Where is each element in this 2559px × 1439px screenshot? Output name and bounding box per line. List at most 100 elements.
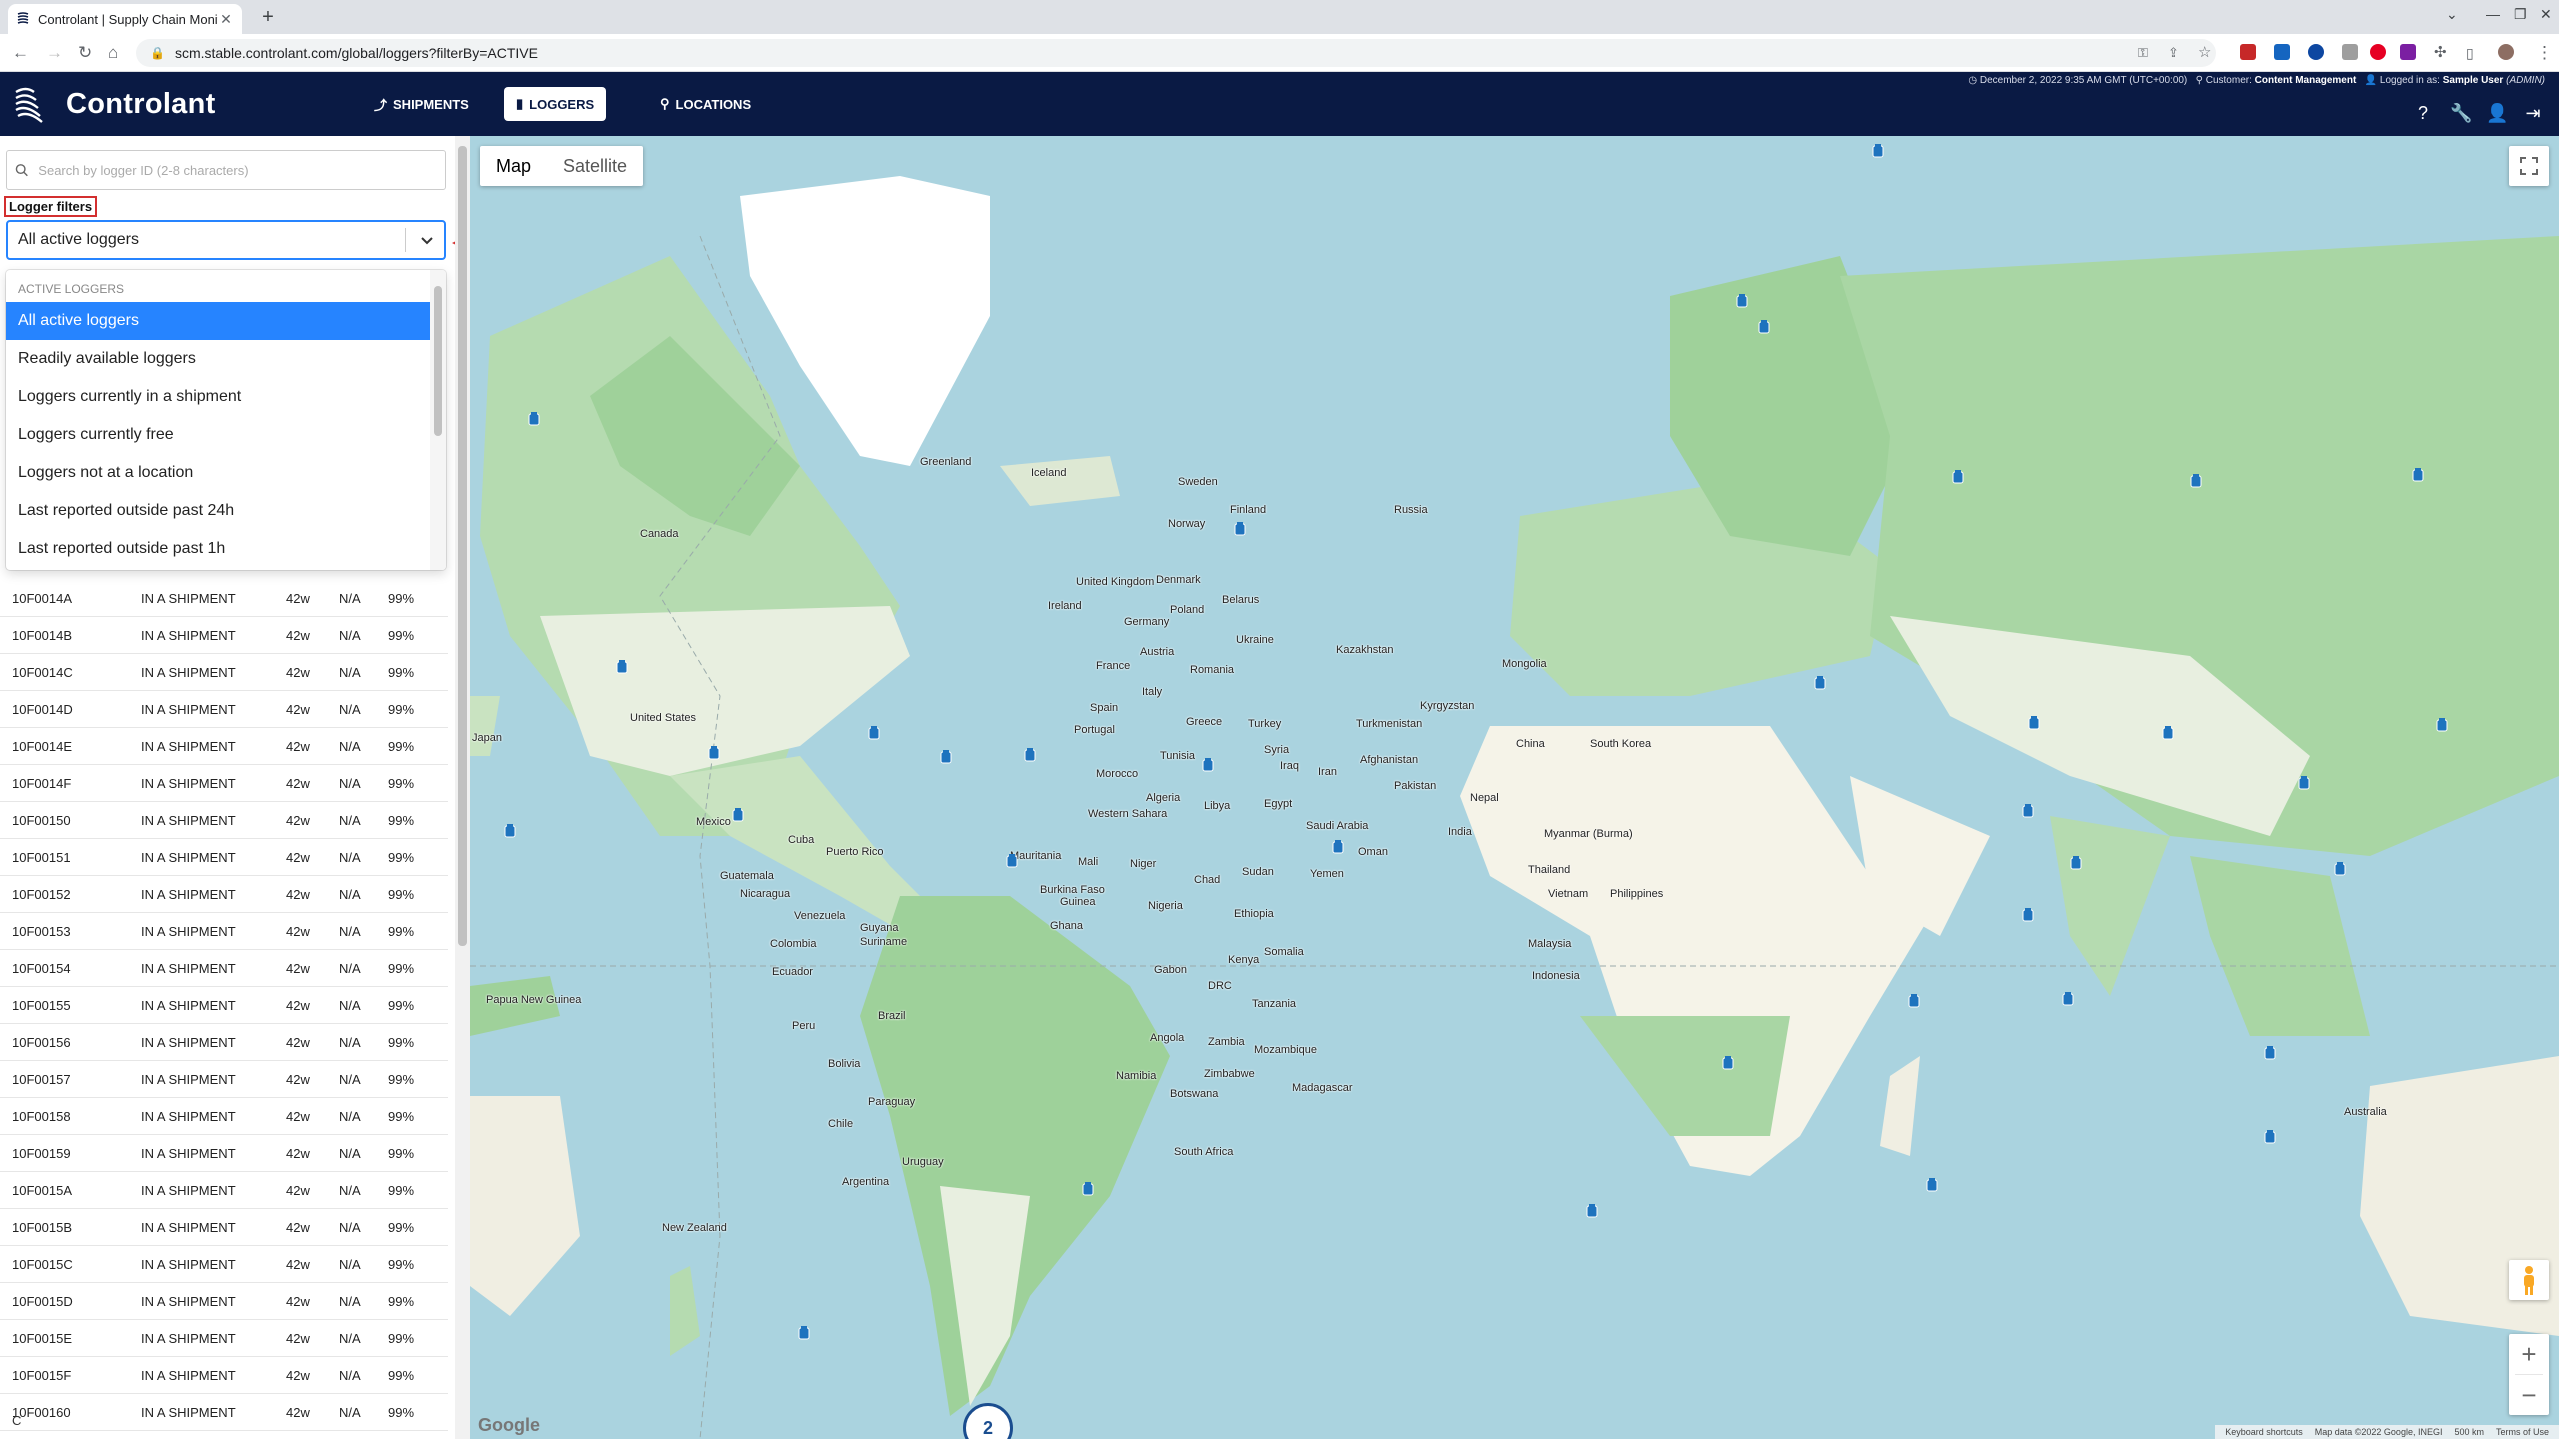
pinterest-icon[interactable] — [2370, 44, 2386, 60]
logger-marker-icon[interactable] — [2028, 716, 2040, 730]
logger-marker-icon[interactable] — [1234, 522, 1246, 536]
extension-icon[interactable] — [2400, 44, 2416, 60]
chevron-down-icon[interactable] — [416, 233, 438, 247]
dropdown-scrollbar[interactable] — [430, 270, 446, 570]
table-row[interactable]: 10F00157 IN A SHIPMENT 42w N/A 99% — [0, 1061, 448, 1098]
logger-marker-icon[interactable] — [2190, 474, 2202, 488]
logger-marker-icon[interactable] — [1814, 676, 1826, 690]
logger-marker-icon[interactable] — [1952, 470, 1964, 484]
logger-marker-icon[interactable] — [940, 750, 952, 764]
brand-logo[interactable]: Controlant — [12, 84, 216, 124]
table-row[interactable]: 10F0015D IN A SHIPMENT 42w N/A 99% — [0, 1283, 448, 1320]
logger-marker-icon[interactable] — [2298, 776, 2310, 790]
logger-marker-icon[interactable] — [1202, 758, 1214, 772]
logger-marker-icon[interactable] — [1872, 144, 1884, 158]
table-row[interactable]: 10F0015A IN A SHIPMENT 42w N/A 99% — [0, 1172, 448, 1209]
table-row[interactable]: 10F00155 IN A SHIPMENT 42w N/A 99% — [0, 987, 448, 1024]
wrench-icon[interactable]: 🔧 — [2450, 102, 2472, 124]
extension-icon[interactable] — [2240, 44, 2256, 60]
table-row[interactable]: 10F0014F IN A SHIPMENT 42w N/A 99% — [0, 765, 448, 802]
map-scale[interactable]: 500 km — [2454, 1427, 2484, 1437]
logger-marker-icon[interactable] — [2162, 726, 2174, 740]
extension-icon[interactable] — [2274, 44, 2290, 60]
dropdown-option[interactable]: All active loggers — [6, 302, 430, 340]
table-row[interactable]: 10F00152 IN A SHIPMENT 42w N/A 99% — [0, 876, 448, 913]
logger-marker-icon[interactable] — [1586, 1204, 1598, 1218]
sidebar-scrollbar[interactable] — [455, 136, 470, 1439]
minimize-button[interactable]: — — [2486, 6, 2500, 22]
close-window-button[interactable]: ✕ — [2540, 6, 2552, 23]
nav-shipments[interactable]: ⤴ SHIPMENTS — [362, 87, 481, 121]
logger-marker-icon[interactable] — [868, 726, 880, 740]
logger-marker-icon[interactable] — [2070, 856, 2082, 870]
logger-marker-icon[interactable] — [2022, 908, 2034, 922]
help-icon[interactable]: ? — [2412, 102, 2434, 124]
logger-marker-icon[interactable] — [1736, 294, 1748, 308]
search-box[interactable] — [6, 150, 446, 190]
logger-marker-icon[interactable] — [798, 1326, 810, 1340]
sidebar-scroll-thumb[interactable] — [458, 146, 467, 946]
table-row[interactable]: 10F00159 IN A SHIPMENT 42w N/A 99% — [0, 1135, 448, 1172]
logger-marker-icon[interactable] — [1926, 1178, 1938, 1192]
logger-marker-icon[interactable] — [2412, 468, 2424, 482]
logger-filter-select[interactable]: All active loggers — [6, 220, 446, 260]
kebab-menu-icon[interactable]: ⋮ — [2536, 43, 2553, 63]
table-row[interactable]: 10F00151 IN A SHIPMENT 42w N/A 99% — [0, 839, 448, 876]
table-row[interactable]: 10F0014B IN A SHIPMENT 42w N/A 99% — [0, 617, 448, 654]
satellite-button[interactable]: Satellite — [547, 146, 643, 186]
logout-icon[interactable]: ⇥ — [2522, 102, 2544, 124]
browser-tab[interactable]: Controlant | Supply Chain Monit... ✕ — [8, 4, 242, 34]
home-icon[interactable]: ⌂ — [108, 43, 118, 63]
sidepanel-icon[interactable]: ▯ — [2466, 43, 2474, 63]
dropdown-option[interactable]: Loggers currently in a shipment — [6, 378, 430, 416]
tab-close-icon[interactable]: ✕ — [218, 11, 234, 28]
table-row[interactable]: 10F0014E IN A SHIPMENT 42w N/A 99% — [0, 728, 448, 765]
extension-icon[interactable] — [2342, 44, 2358, 60]
user-profile-icon[interactable]: 👤 — [2486, 102, 2508, 124]
logger-marker-icon[interactable] — [2334, 862, 2346, 876]
logger-marker-icon[interactable] — [1908, 994, 1920, 1008]
logger-marker-icon[interactable] — [616, 660, 628, 674]
logger-marker-icon[interactable] — [1024, 748, 1036, 762]
tab-search-icon[interactable]: ⌄ — [2446, 6, 2458, 23]
dropdown-option[interactable]: Last reported outside past 1h — [6, 530, 430, 568]
logger-marker-icon[interactable] — [528, 412, 540, 426]
address-bar[interactable]: 🔒 scm.stable.controlant.com/global/logge… — [136, 39, 2216, 67]
dropdown-option[interactable]: Loggers not at a location — [6, 454, 430, 492]
logger-marker-icon[interactable] — [1332, 840, 1344, 854]
map-button[interactable]: Map — [480, 146, 547, 186]
reload-icon[interactable]: ↻ — [78, 43, 92, 63]
logger-marker-icon[interactable] — [2436, 718, 2448, 732]
table-row[interactable]: 10F0015E IN A SHIPMENT 42w N/A 99% — [0, 1320, 448, 1357]
key-icon[interactable]: ⚿ — [2138, 43, 2148, 63]
dropdown-option[interactable]: Loggers currently free — [6, 416, 430, 454]
terms-link[interactable]: Terms of Use — [2496, 1427, 2549, 1437]
table-row[interactable]: 10F0015B IN A SHIPMENT 42w N/A 99% — [0, 1209, 448, 1246]
back-arrow-icon[interactable]: ← — [12, 43, 29, 63]
extension-icon[interactable] — [2308, 44, 2324, 60]
logger-marker-icon[interactable] — [1082, 1182, 1094, 1196]
logger-marker-icon[interactable] — [2264, 1046, 2276, 1060]
keyboard-shortcuts-link[interactable]: Keyboard shortcuts — [2225, 1427, 2303, 1437]
logger-marker-icon[interactable] — [504, 824, 516, 838]
puzzle-icon[interactable]: ✣ — [2434, 43, 2447, 63]
street-view-pegman[interactable] — [2509, 1260, 2549, 1300]
logger-marker-icon[interactable] — [1758, 320, 1770, 334]
share-icon[interactable]: ⇪ — [2168, 43, 2179, 63]
logger-marker-icon[interactable] — [2264, 1130, 2276, 1144]
table-row[interactable]: 10F00156 IN A SHIPMENT 42w N/A 99% — [0, 1024, 448, 1061]
new-tab-button[interactable]: + — [256, 6, 280, 30]
logger-marker-icon[interactable] — [2062, 992, 2074, 1006]
logger-marker-icon[interactable] — [732, 808, 744, 822]
nav-loggers[interactable]: ▮ LOGGERS — [504, 87, 607, 121]
dropdown-scroll-thumb[interactable] — [434, 286, 442, 436]
fullscreen-button[interactable] — [2509, 146, 2549, 186]
table-row[interactable]: 10F00153 IN A SHIPMENT 42w N/A 99% — [0, 913, 448, 950]
world-map[interactable]: Greenland Iceland Sweden Finland Norway … — [470, 136, 2559, 1439]
table-row[interactable]: 10F0014C IN A SHIPMENT 42w N/A 99% — [0, 654, 448, 691]
table-row[interactable]: 10F0014A IN A SHIPMENT 42w N/A 99% — [0, 580, 448, 617]
avatar[interactable] — [2498, 44, 2514, 60]
search-input[interactable] — [36, 161, 445, 179]
zoom-out-button[interactable]: − — [2509, 1375, 2549, 1415]
bookmark-star-icon[interactable]: ☆ — [2198, 43, 2211, 63]
